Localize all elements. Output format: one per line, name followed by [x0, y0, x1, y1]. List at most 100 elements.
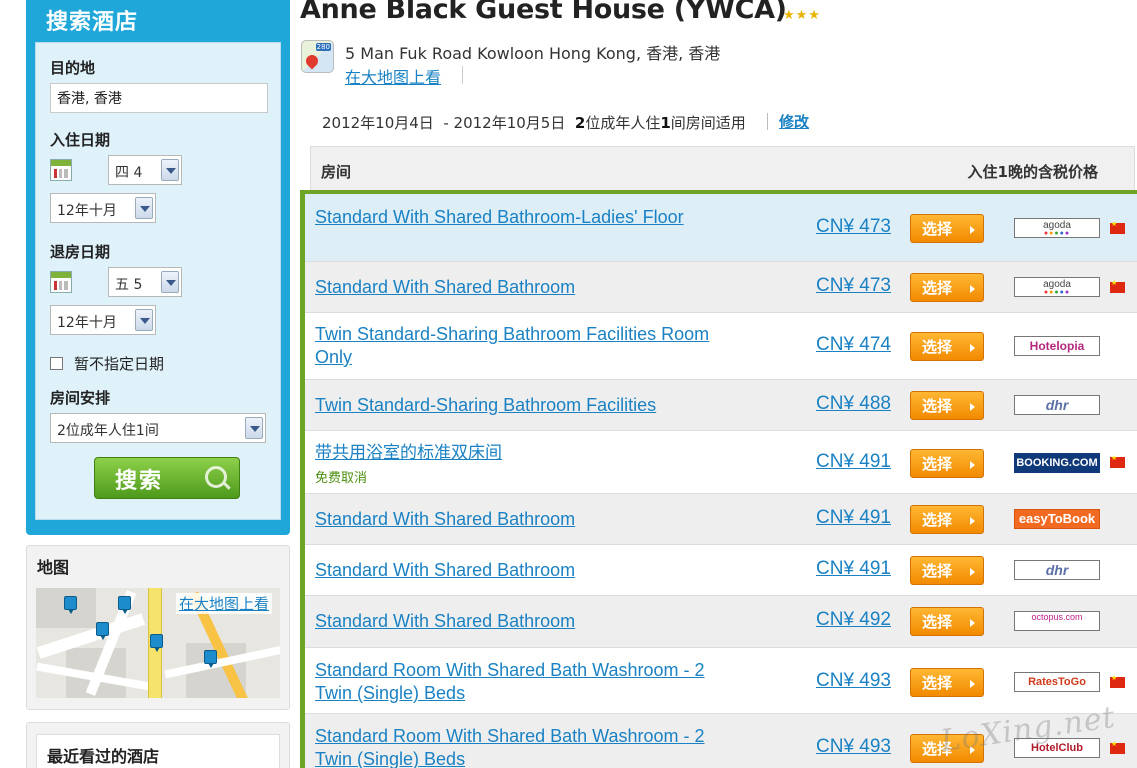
chevron-down-icon[interactable]	[135, 309, 153, 331]
guest-count: 2	[574, 114, 586, 132]
table-row: Standard With Shared Bathroom-Ladies' Fl…	[305, 194, 1137, 262]
search-panel-title: 搜索酒店	[46, 10, 139, 35]
chevron-down-icon[interactable]	[161, 159, 179, 181]
room-name-link[interactable]: Standard With Shared Bathroom-Ladies' Fl…	[315, 206, 735, 229]
room-name-link[interactable]: Standard With Shared Bathroom	[315, 610, 735, 633]
chevron-down-icon[interactable]	[135, 197, 153, 219]
no-date-checkbox[interactable]	[50, 357, 63, 370]
select-room-button[interactable]: 选择	[910, 273, 984, 302]
room-name-link[interactable]: Twin Standard-Sharing Bathroom Facilitie…	[315, 323, 735, 369]
rooms-select[interactable]: 2位成年人住1间	[50, 413, 266, 443]
room-price-link[interactable]: CN¥ 491	[816, 558, 891, 580]
checkout-day-select[interactable]: 五 5	[108, 267, 182, 297]
china-flag-icon	[1110, 220, 1125, 234]
hotel-search-panel: 搜索酒店 目的地 入住日期 四 4 12年十月 退房日期 五 5 12年十月 暂…	[26, 0, 290, 535]
hotel-address: 5 Man Fuk Road Kowloon Hong Kong, 香港, 香港	[345, 44, 721, 63]
ratestogo-logo: RatesToGo	[1014, 672, 1100, 692]
map-marker-icon[interactable]	[96, 622, 109, 640]
room-count: 1	[660, 114, 671, 132]
room-text: 间房间适用	[670, 114, 746, 132]
divider	[767, 113, 768, 130]
room-price-link[interactable]: CN¥ 491	[816, 451, 891, 473]
search-icon	[205, 466, 227, 488]
hotelopia-logo: Hotelopia	[1014, 336, 1100, 356]
rooms-value: 2位成年人住1间	[57, 423, 159, 439]
select-room-button[interactable]: 选择	[910, 214, 984, 243]
view-on-map-link[interactable]: 在大地图上看	[345, 64, 441, 88]
room-price-link[interactable]: CN¥ 473	[816, 275, 891, 297]
price-column-header: 入住1晚的含税价格	[967, 163, 1098, 181]
checkin-day-select[interactable]: 四 4	[108, 155, 182, 185]
table-row: Standard With Shared Bathroom CN¥ 473 选择…	[305, 262, 1137, 313]
checkin-month-value: 12年十月	[57, 203, 117, 219]
room-price-link[interactable]: CN¥ 493	[816, 736, 891, 758]
agoda-logo: agoda ●●●●●	[1014, 218, 1100, 238]
room-name-link[interactable]: Standard With Shared Bathroom	[315, 559, 735, 582]
search-form: 目的地 入住日期 四 4 12年十月 退房日期 五 5 12年十月 暂不指定日期…	[35, 42, 281, 520]
room-price-link[interactable]: CN¥ 488	[816, 393, 891, 415]
china-flag-icon	[1110, 454, 1125, 468]
destination-label: 目的地	[50, 59, 96, 77]
checkout-month-value: 12年十月	[57, 315, 117, 331]
table-row: Standard With Shared Bathroom CN¥ 491 选择…	[305, 494, 1137, 545]
map-marker-icon[interactable]	[150, 634, 163, 652]
select-room-button[interactable]: 选择	[910, 391, 984, 420]
no-date-label: 暂不指定日期	[74, 355, 165, 373]
table-row: Twin Standard-Sharing Bathroom Facilitie…	[305, 313, 1137, 380]
room-price-link[interactable]: CN¥ 473	[816, 216, 891, 238]
rooms-label: 房间安排	[50, 389, 111, 407]
mini-map[interactable]: 在大地图上看	[36, 588, 280, 698]
room-price-link[interactable]: CN¥ 492	[816, 609, 891, 631]
checkout-calendar-icon[interactable]	[50, 271, 72, 293]
checkin-month-select[interactable]: 12年十月	[50, 193, 156, 223]
map-marker-icon[interactable]	[64, 596, 77, 614]
table-row: Twin Standard-Sharing Bathroom Facilitie…	[305, 380, 1137, 431]
map-marker-icon[interactable]	[204, 650, 217, 668]
map-icon[interactable]	[301, 40, 334, 73]
stay-summary: 2012年10月4日 - 2012年10月5日 2位成年人住1间房间适用	[322, 112, 746, 133]
china-flag-icon	[1110, 740, 1125, 754]
checkin-day-value: 四 4	[115, 165, 143, 181]
recent-hotels-box: 最近看过的酒店	[26, 722, 290, 768]
destination-input[interactable]	[50, 83, 268, 113]
checkin-calendar-icon[interactable]	[50, 159, 72, 181]
select-room-button[interactable]: 选择	[910, 332, 984, 361]
room-name-link[interactable]: Standard Room With Shared Bath Washroom …	[315, 725, 735, 768]
map-title: 地图	[37, 558, 70, 577]
rooms-table-header: 房间 入住1晚的含税价格	[310, 146, 1135, 190]
checkout-month-select[interactable]: 12年十月	[50, 305, 156, 335]
rooms-table: Standard With Shared Bathroom-Ladies' Fl…	[300, 190, 1137, 768]
room-name-link[interactable]: Standard Room With Shared Bath Washroom …	[315, 659, 735, 705]
select-room-button[interactable]: 选择	[910, 668, 984, 697]
room-column-header: 房间	[321, 163, 352, 181]
recent-hotels-list: 最近看过的酒店	[36, 734, 280, 768]
table-row: Standard Room With Shared Bath Washroom …	[305, 648, 1137, 714]
map-box: 地图 在大地图上看	[26, 545, 290, 710]
room-name-link[interactable]: Twin Standard-Sharing Bathroom Facilitie…	[315, 394, 735, 417]
chevron-down-icon[interactable]	[161, 271, 179, 293]
checkout-day-value: 五 5	[115, 277, 143, 293]
room-price-link[interactable]: CN¥ 474	[816, 334, 891, 356]
select-room-button[interactable]: 选择	[910, 607, 984, 636]
view-large-map-link[interactable]: 在大地图上看	[175, 593, 272, 614]
chevron-down-icon[interactable]	[245, 417, 263, 439]
select-room-button[interactable]: 选择	[910, 449, 984, 478]
map-marker-icon[interactable]	[118, 596, 131, 614]
room-name-link[interactable]: Standard With Shared Bathroom	[315, 276, 735, 299]
hotel-name: Anne Black Guest House (YWCA)	[300, 0, 787, 25]
modify-search-link[interactable]: 修改	[779, 111, 809, 132]
dhr-logo: dhr	[1014, 560, 1100, 580]
checkout-label: 退房日期	[50, 243, 111, 261]
octopus-logo: octopus.com	[1014, 611, 1100, 631]
select-room-button[interactable]: 选择	[910, 556, 984, 585]
booking-com-logo: BOOKING.COM	[1014, 453, 1100, 473]
room-name-link[interactable]: 带共用浴室的标准双床间	[315, 442, 735, 465]
guest-text: 位成年人住	[585, 114, 661, 132]
select-room-button[interactable]: 选择	[910, 505, 984, 534]
room-name-link[interactable]: Standard With Shared Bathroom	[315, 508, 735, 531]
agoda-logo: agoda ●●●●●	[1014, 277, 1100, 297]
room-price-link[interactable]: CN¥ 493	[816, 670, 891, 692]
search-button[interactable]: 搜索	[94, 457, 240, 499]
free-cancellation-note: 免费取消	[315, 471, 368, 486]
room-price-link[interactable]: CN¥ 491	[816, 507, 891, 529]
